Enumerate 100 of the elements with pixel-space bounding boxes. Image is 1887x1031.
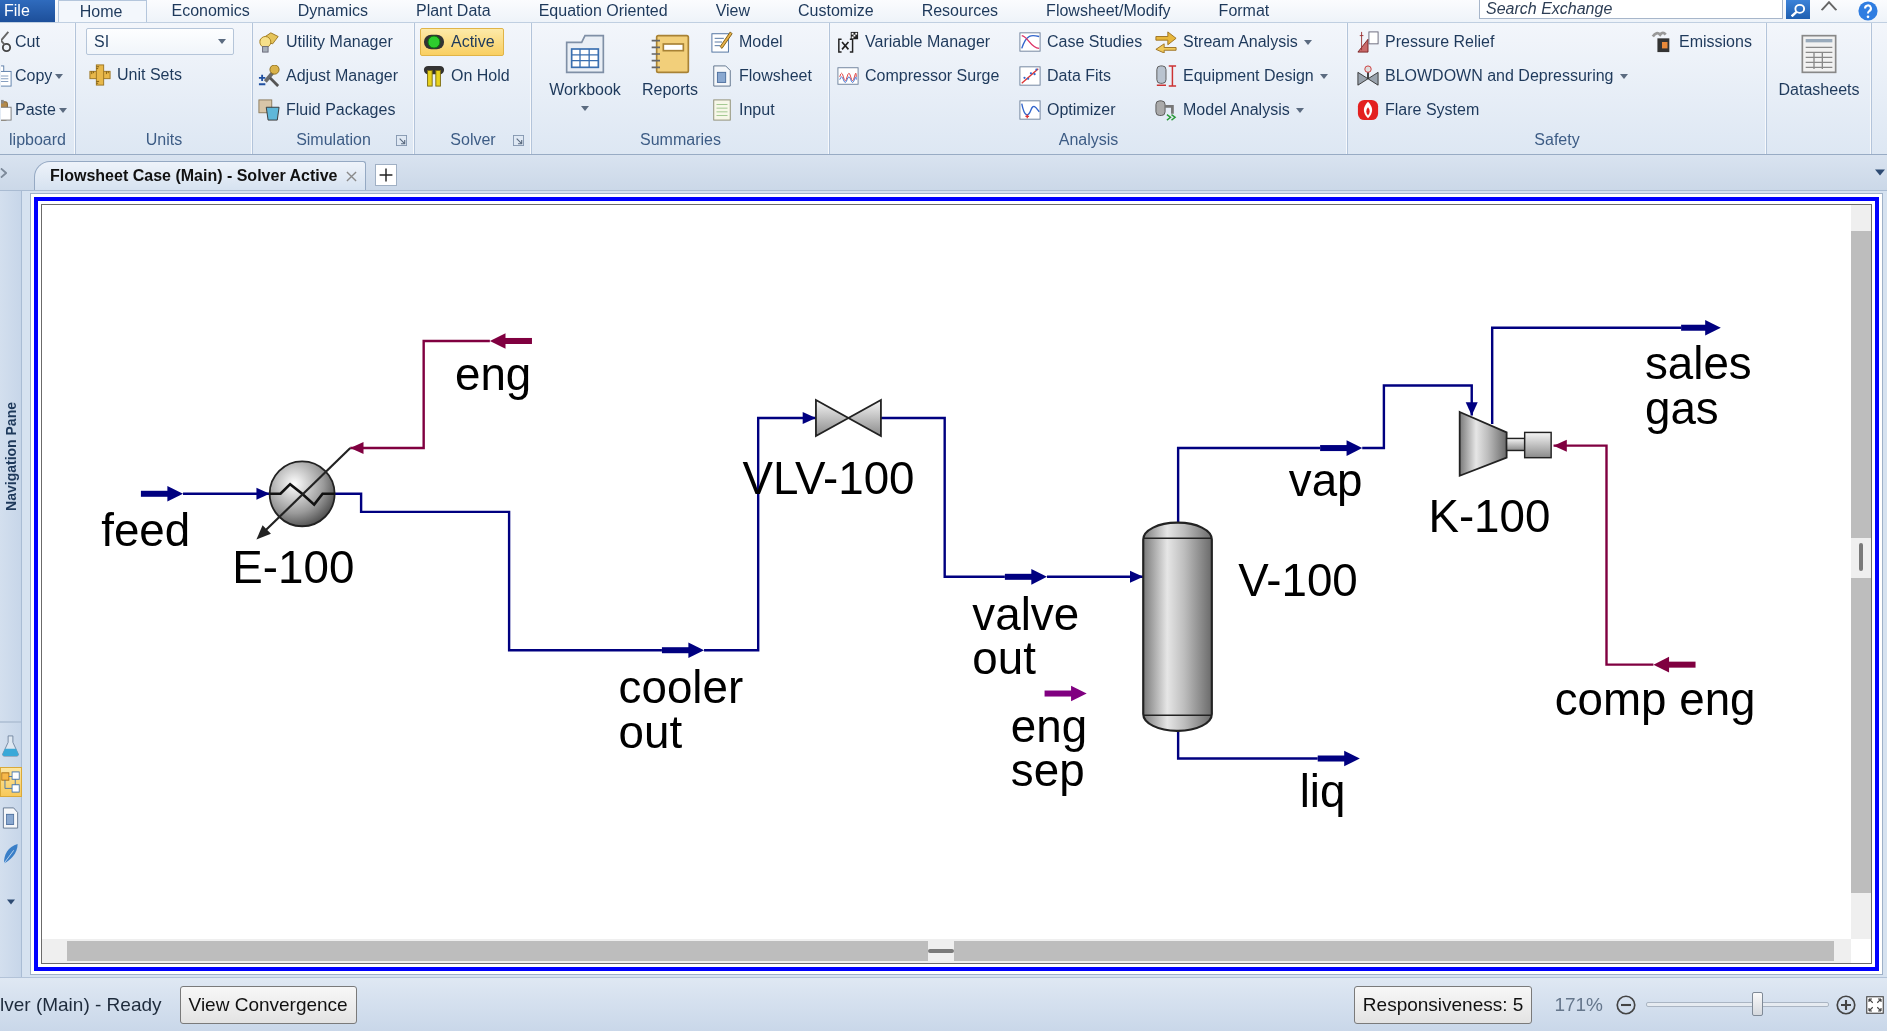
responsiveness-button[interactable]: Responsiveness: 5 [1353,985,1533,1024]
collapse-ribbon-button[interactable] [1821,1,1837,11]
ribbon-button[interactable]: Variable Manager [834,28,996,56]
ribbon-button[interactable]: Emissions [1648,28,1757,56]
curve-chart-icon [1019,31,1041,53]
swap-arrows-icon [1155,31,1177,53]
unit-set-dropdown[interactable]: SI [86,28,234,55]
ribbon-button[interactable]: Adjust Manager [255,62,404,90]
search-field[interactable]: Search Exchange [1479,0,1783,19]
caret-icon [218,39,226,44]
beaker-icon [258,99,280,121]
ribbon-button[interactable]: Stream Analysis [1152,28,1317,56]
ribbon-button[interactable]: Fluid Packages [255,96,401,124]
clipboard-icon [1,99,12,121]
menu-tab[interactable]: Customize [774,0,898,22]
valve-icon [1357,65,1379,87]
navigation-item[interactable] [0,767,22,797]
zoom-in-button[interactable] [1836,994,1856,1015]
scroll-tabs-button[interactable] [0,167,7,178]
ribbon-button[interactable]: Workbook [544,28,626,124]
document-icon [1,807,20,829]
more-button[interactable] [6,899,15,905]
group-label: Solver [450,131,496,149]
ribbon-button[interactable]: On Hold [420,62,515,90]
ribbon-button[interactable]: Flowsheet [708,62,817,90]
caret-down-icon [1875,169,1885,176]
vertical-scrollbar[interactable] [1851,205,1871,939]
stream-label: eng sep [1010,700,1088,797]
help-icon [1858,1,1878,21]
heat-exchanger-icon [256,447,352,540]
caret-down-icon [6,899,15,905]
menu-tab[interactable]: Format [1194,0,1294,22]
ribbon-button[interactable]: Flare System [1354,96,1485,124]
stream-label: feed [101,504,191,556]
dialog-launcher-icon[interactable] [513,134,524,146]
search-button[interactable] [1786,0,1810,19]
search-icon [1790,2,1806,17]
ribbon-button[interactable]: Compressor Surge [834,62,1005,90]
ribbon-button[interactable]: Cut [0,28,45,56]
menu-tab[interactable]: Equation Oriented [514,0,692,22]
wrench-icon [258,65,280,87]
copy-icon [1,65,12,87]
chevron-up-icon [1821,1,1837,11]
datasheet-icon [1799,34,1839,74]
unit-label: K-100 [1428,491,1551,543]
ribbon-button[interactable]: Model Analysis [1152,96,1309,124]
pause-icon [423,65,445,87]
menu-tab[interactable]: Resources [897,0,1023,22]
flowsheet-diagram-icon [1,771,20,793]
menu-tab[interactable]: Plant Data [391,0,515,22]
ribbon-button[interactable]: Case Studies [1016,28,1148,56]
ribbon-button[interactable]: Datasheets [1773,28,1865,124]
menu-tab[interactable]: Flowsheet/Modify [1022,0,1195,22]
document-icon [711,65,733,87]
zoom-out-icon [1616,994,1636,1015]
ribbon-button[interactable]: Input [708,96,780,124]
status-button[interactable]: View Convergence [179,985,357,1024]
dialog-launcher-icon[interactable] [396,134,407,146]
chevron-right-icon [0,167,7,178]
fit-to-window-button[interactable] [1866,995,1884,1014]
ribbon-button[interactable]: Paste [0,96,72,124]
menu-tab[interactable]: Economics [147,0,274,22]
new-tab-button[interactable] [375,163,398,186]
document-tab[interactable]: Flowsheet Case (Main) - Solver Active [34,161,367,190]
ribbon-button[interactable]: Reports [637,28,703,124]
ribbon-button[interactable]: Data Fits [1016,62,1116,90]
zoom-reading: 171% [1554,993,1603,1016]
menu-tab[interactable]: File [0,0,55,22]
stream-label: sales gas [1645,338,1752,434]
group-label: Safety [1534,131,1580,149]
slider-thumb[interactable] [1752,992,1764,1016]
ribbon-button[interactable]: Unit Sets [86,61,187,89]
stream-label: vap [1288,455,1363,507]
menu-tab[interactable]: View [691,0,775,22]
stream-label: valve out [972,588,1080,685]
compressor-icon [1458,410,1552,478]
ribbon-button[interactable]: Equipment Design [1152,62,1333,90]
ribbon-button[interactable]: Model [708,28,788,56]
feather-icon [1,843,20,865]
status-message: lver (Main) - Ready [0,993,162,1016]
group-label: Summaries [640,131,721,149]
help-button[interactable] [1858,1,1878,21]
ribbon-button[interactable]: Active [420,28,504,56]
group-label: Simulation [296,131,371,149]
menu-tab[interactable]: Home [57,0,148,22]
horizontal-scrollbar[interactable] [42,939,1851,963]
zoom-out-button[interactable] [1616,994,1636,1015]
navigation-pane-title: Navigation Pane [2,401,19,511]
ribbon-button[interactable]: Pressure Relief [1354,28,1500,56]
plus-icon [379,167,394,182]
close-icon[interactable] [346,170,358,182]
tab-list-button[interactable] [1875,169,1885,176]
stream-label: comp eng [1554,674,1756,726]
menu-tab[interactable]: Dynamics [273,0,392,22]
ribbon-button[interactable]: Utility Manager [255,28,398,56]
ribbon-button[interactable]: Optimizer [1016,96,1121,124]
ribbon-button[interactable]: Copy [0,62,69,90]
valley-chart-icon [1019,99,1041,121]
ribbon-button[interactable]: BLOWDOWN and Depressuring [1354,62,1633,90]
spreadsheet-icon [565,34,605,74]
